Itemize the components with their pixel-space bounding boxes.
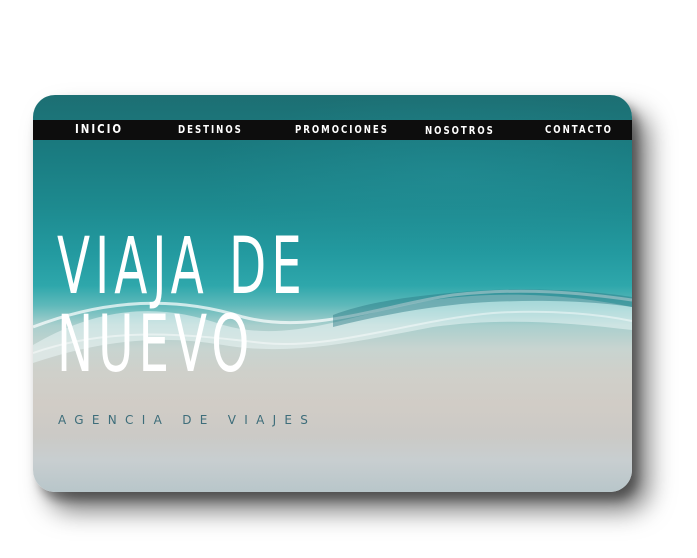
website-card: INICIO DESTINOS PROMOCIONES NOSOTROS CON… — [33, 95, 632, 492]
headline-line-1: VIAJA DE — [57, 222, 307, 312]
nav-item-destinos[interactable]: DESTINOS — [178, 122, 243, 138]
hero-tagline: AGENCIA DE VIAJES — [58, 413, 317, 427]
hero-headline: VIAJA DE NUEVO — [57, 228, 307, 384]
nav-item-inicio[interactable]: INICIO — [75, 121, 123, 137]
headline-line-2: NUEVO — [57, 300, 255, 390]
top-navigation-bar: INICIO DESTINOS PROMOCIONES NOSOTROS CON… — [33, 120, 632, 140]
nav-item-nosotros[interactable]: NOSOTROS — [425, 123, 495, 139]
nav-item-contacto[interactable]: CONTACTO — [545, 122, 613, 138]
nav-item-promociones[interactable]: PROMOCIONES — [295, 122, 389, 138]
